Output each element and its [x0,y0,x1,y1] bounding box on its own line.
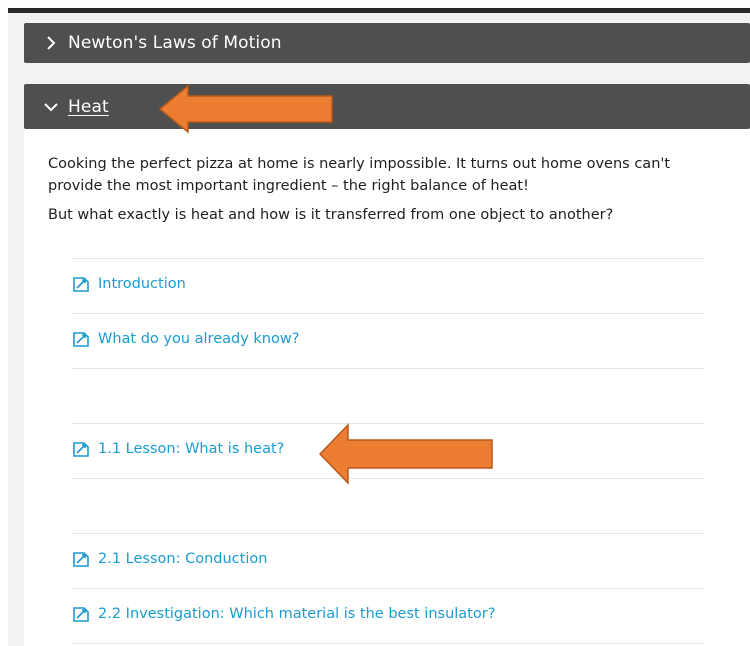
activity-item: 2.1 Lesson: Conduction [71,534,704,589]
section-title-link[interactable]: Heat [68,97,109,117]
description-paragraph: Cooking the perfect pizza at home is nea… [48,156,671,194]
activity-item: What do you already know? [71,314,704,369]
activity-label: 2.1 Lesson: Conduction [98,551,268,567]
section-title: Newton's Laws of Motion [68,33,282,53]
activity-link[interactable]: 2.1 Lesson: Conduction [71,549,267,569]
activity-link[interactable]: 2.2 Investigation: Which material is the… [71,604,495,624]
annotation-arrow-left [318,423,493,485]
activity-icon [71,274,91,294]
section-content-heat: Cooking the perfect pizza at home is nea… [24,129,750,646]
activity-label: What do you already know? [98,331,300,347]
activity-label: Introduction [98,276,186,292]
activity-icon [71,439,91,459]
description-paragraph: But what exactly is heat and how is it t… [48,207,614,223]
activity-link[interactable]: What do you already know? [71,329,299,349]
activity-link[interactable]: Introduction [71,274,186,294]
activity-item: 2.2 Investigation: Which material is the… [71,589,704,644]
section-header-newtons-laws[interactable]: Newton's Laws of Motion [24,23,750,63]
activity-item-empty [71,479,704,534]
activity-icon [71,329,91,349]
activity-link[interactable]: 1.1 Lesson: What is heat? [71,439,284,459]
section-description: Cooking the perfect pizza at home is nea… [48,153,708,233]
activity-item: Introduction [71,258,704,314]
activity-icon [71,604,91,624]
activity-item-empty [71,369,704,424]
chevron-down-icon [42,98,60,116]
activity-label: 1.1 Lesson: What is heat? [98,441,285,457]
top-bar [0,0,750,13]
annotation-arrow-left [158,84,333,134]
activity-icon [71,549,91,569]
chevron-right-icon [42,34,60,52]
section-header-heat[interactable]: Heat [24,84,750,129]
activity-label: 2.2 Investigation: Which material is the… [98,606,496,622]
